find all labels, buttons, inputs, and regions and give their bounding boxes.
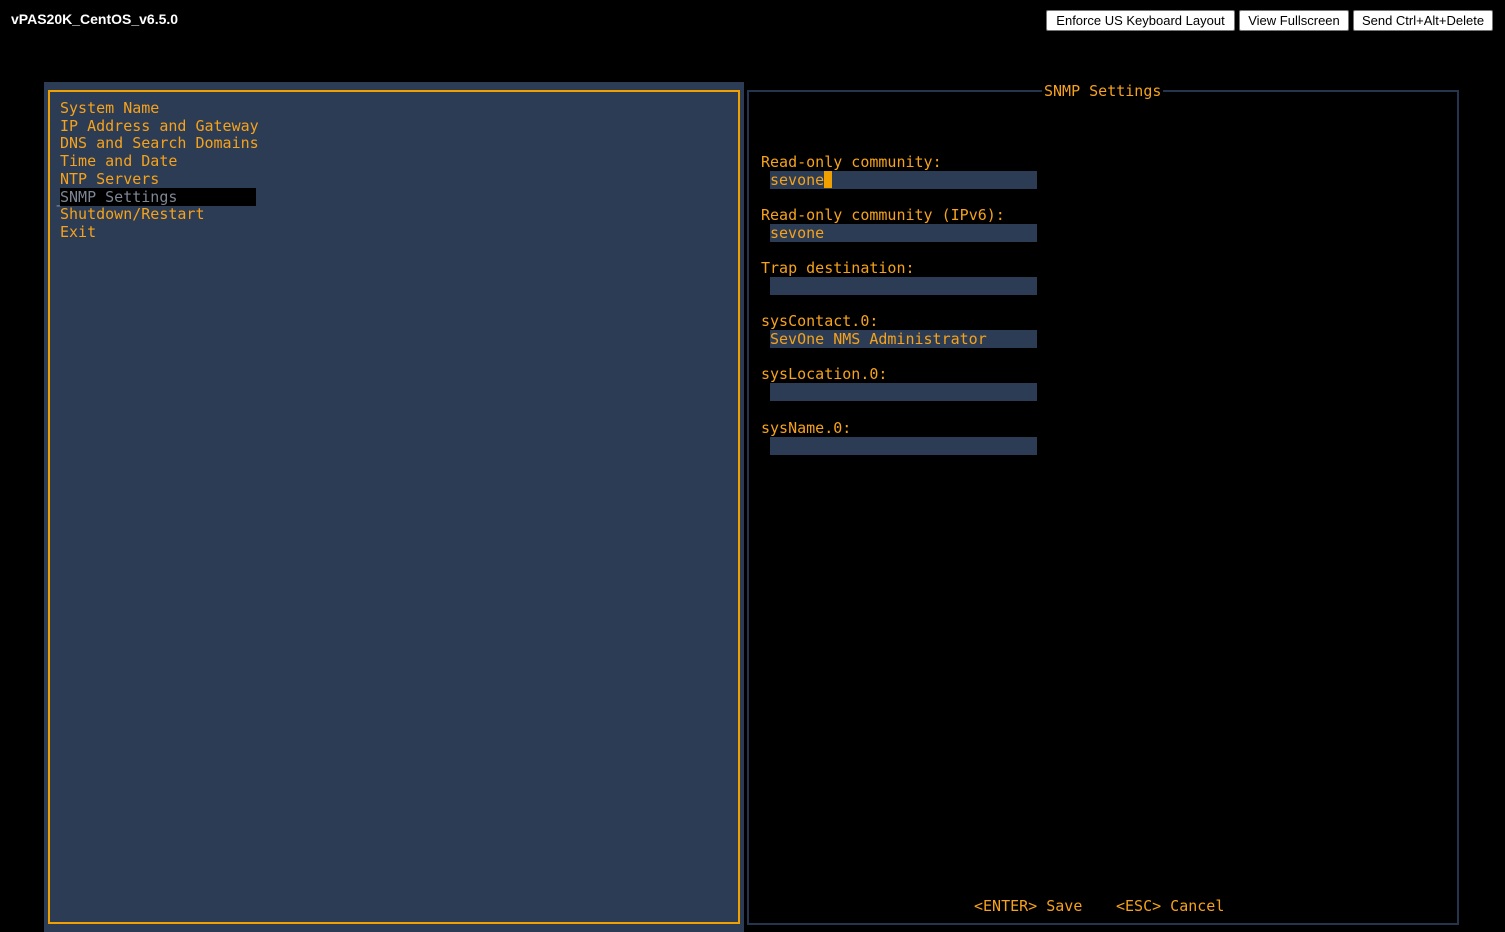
send-ctrl-alt-delete-button[interactable]: Send Ctrl+Alt+Delete — [1353, 10, 1493, 31]
view-fullscreen-button[interactable]: View Fullscreen — [1239, 10, 1349, 31]
enforce-us-keyboard-layout-button[interactable]: Enforce US Keyboard Layout — [1046, 10, 1235, 31]
syscontact-label: sysContact.0: — [761, 312, 879, 330]
syslocation-input[interactable] — [770, 383, 1037, 401]
read-only-community-ipv6-input[interactable]: sevone — [770, 224, 1037, 242]
menu-item-ntp-servers[interactable]: NTP Servers — [60, 170, 159, 188]
text-cursor — [824, 171, 833, 188]
window-title: vPAS20K_CentOS_v6.5.0 — [11, 11, 179, 27]
snmp-settings-title: SNMP Settings — [1042, 82, 1164, 100]
read-only-community-input[interactable]: sevone — [770, 171, 1037, 189]
trap-destination-label: Trap destination: — [761, 259, 915, 277]
menu-panel: System Name IP Address and Gateway DNS a… — [44, 82, 744, 932]
menu-item-system-name[interactable]: System Name — [60, 99, 159, 117]
read-only-community-label: Read-only community: — [761, 153, 942, 171]
menu-item-exit[interactable]: Exit — [60, 223, 96, 241]
menu-item-time-and-date[interactable]: Time and Date — [60, 152, 177, 170]
trap-destination-input[interactable] — [770, 277, 1037, 295]
menu-item-ip-address-and-gateway[interactable]: IP Address and Gateway — [60, 117, 259, 135]
menu-item-dns-and-search-domains[interactable]: DNS and Search Domains — [60, 134, 259, 152]
sysname-input[interactable] — [770, 437, 1037, 455]
syslocation-label: sysLocation.0: — [761, 365, 888, 383]
save-button[interactable]: <ENTER> Save — [974, 897, 1082, 915]
read-only-community-ipv6-label: Read-only community (IPv6): — [761, 206, 1005, 224]
cancel-button[interactable]: <ESC> Cancel — [1116, 897, 1224, 915]
syscontact-input[interactable]: SevOne NMS Administrator — [770, 330, 1037, 348]
menu-item-snmp-settings[interactable]: SNMP Settings — [60, 188, 256, 206]
menu-item-shutdown-restart[interactable]: Shutdown/Restart — [60, 205, 205, 223]
sysname-label: sysName.0: — [761, 419, 852, 437]
read-only-community-value: sevone — [770, 171, 825, 189]
